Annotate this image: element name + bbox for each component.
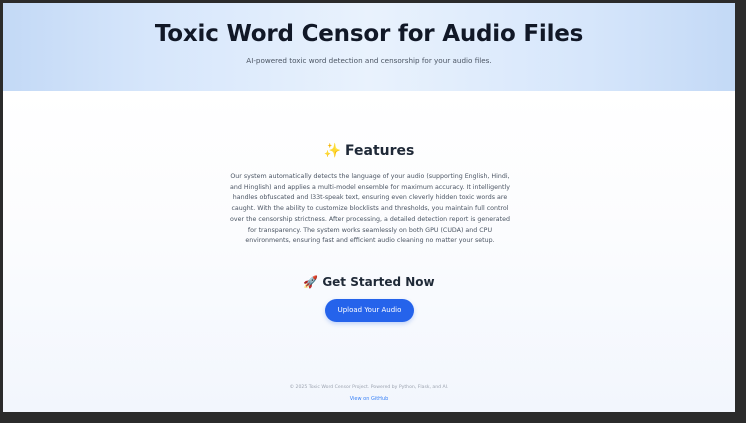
hero-header: Toxic Word Censor for Audio Files AI-pow… [3,3,735,91]
github-link[interactable]: View on GitHub [3,396,735,402]
browser-viewport: Toxic Word Censor for Audio Files AI-pow… [3,3,735,412]
upload-audio-button[interactable]: Upload Your Audio [325,299,414,322]
features-heading: ✨ Features [3,143,735,159]
sparkles-icon: ✨ [323,143,342,159]
rocket-icon: 🚀 [303,275,319,289]
get-started-heading: 🚀 Get Started Now [3,275,735,289]
page-subtitle: AI-powered toxic word detection and cens… [246,56,492,65]
features-heading-label: Features [345,143,415,159]
footer-copyright: © 2025 Toxic Word Censor Project. Powere… [289,385,449,390]
features-description: Our system automatically detects the lan… [230,173,510,245]
get-started-heading-label: Get Started Now [322,275,435,289]
main-content: ✨ Features Our system automatically detec… [3,91,735,412]
page-title: Toxic Word Censor for Audio Files [154,21,584,47]
